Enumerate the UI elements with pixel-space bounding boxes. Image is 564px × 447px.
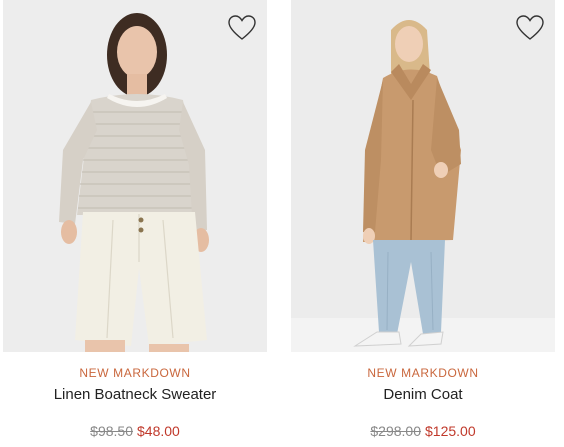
sale-price: $125.00: [425, 423, 476, 439]
original-price: $98.50: [90, 423, 133, 439]
product-name[interactable]: Linen Boatneck Sweater: [3, 386, 267, 403]
wishlist-button[interactable]: [227, 14, 257, 42]
wishlist-button[interactable]: [515, 14, 545, 42]
markdown-badge: NEW MARKDOWN: [79, 366, 191, 380]
product-price: $98.50 $48.00: [3, 423, 267, 439]
product-card: NEW MARKDOWN Denim Coat $298.00 $125.00: [291, 0, 555, 447]
product-grid: NEW MARKDOWN Linen Boatneck Sweater $98.…: [0, 0, 564, 447]
product-name[interactable]: Denim Coat: [291, 386, 555, 403]
product-price: $298.00 $125.00: [291, 423, 555, 439]
product-image[interactable]: [3, 0, 267, 352]
model-photo-sweater: [3, 0, 267, 352]
markdown-badge: NEW MARKDOWN: [367, 366, 479, 380]
product-image[interactable]: [291, 0, 555, 352]
original-price: $298.00: [370, 423, 421, 439]
product-card: NEW MARKDOWN Linen Boatneck Sweater $98.…: [3, 0, 267, 447]
heart-outline-icon: [516, 15, 544, 40]
sale-price: $48.00: [137, 423, 180, 439]
model-photo-coat: [291, 0, 555, 352]
heart-outline-icon: [228, 15, 256, 40]
